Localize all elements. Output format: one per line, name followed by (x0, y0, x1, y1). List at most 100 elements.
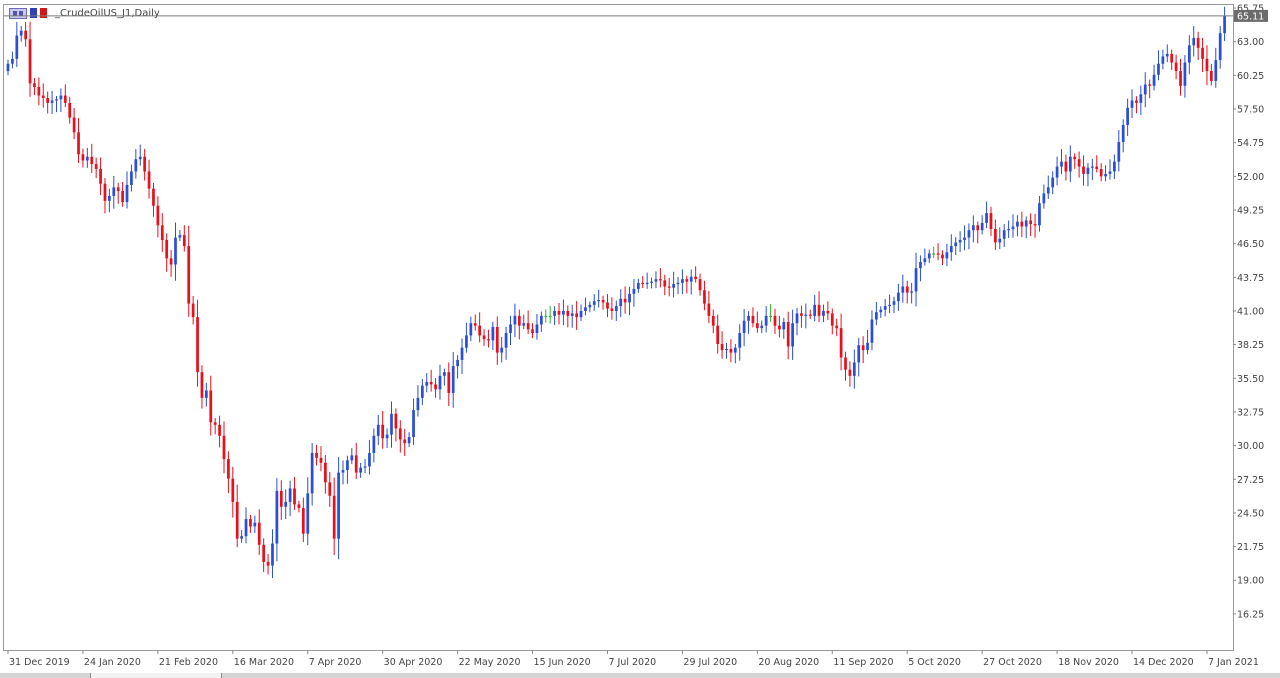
bear-candle (315, 452, 318, 458)
bull-candle (910, 291, 913, 293)
bear-candle (41, 95, 45, 99)
bull-candle (341, 470, 345, 473)
chart-window[interactable]: _CrudeOilUS_J1,Daily 65.75 63.00 60.25 57.5… (0, 0, 1280, 678)
bull-candle (539, 315, 543, 325)
bull-candle (1143, 84, 1147, 95)
bear-candle (830, 313, 834, 326)
bear-candle (800, 313, 803, 316)
bear-candle (1210, 71, 1213, 81)
bull-candle (628, 293, 631, 303)
bear-candle (182, 235, 186, 247)
bear-candle (63, 95, 67, 103)
bull-candle (535, 324, 539, 334)
bull-candle (949, 246, 953, 253)
bull-candle (632, 288, 636, 294)
bull-candle (636, 282, 640, 289)
bear-candle (623, 298, 627, 303)
bear-candle (147, 171, 151, 189)
bear-candle (1179, 71, 1182, 86)
bull-candle (866, 342, 869, 351)
bear-candle (1174, 62, 1178, 72)
bull-candle (1038, 203, 1041, 226)
bull-candle (385, 434, 389, 439)
bear-candle (694, 276, 698, 280)
time-axis[interactable]: 31 Dec 2019 24 Jan 2020 21 Feb 2020 16 Mar … (7, 650, 1280, 668)
bull-candle (1051, 177, 1055, 188)
bear-candle (755, 323, 759, 329)
bear-candle (1033, 224, 1037, 226)
bull-candle (870, 319, 874, 343)
bull-candle (376, 424, 380, 436)
bull-candle (822, 310, 825, 316)
bull-candle (288, 488, 292, 502)
bull-candle (372, 435, 376, 453)
chart-tab[interactable] (90, 673, 222, 678)
current-price-marker: 65.11 (4, 9, 1268, 22)
bull-candle (50, 100, 54, 103)
bull-candle (927, 253, 931, 259)
bull-candle (1192, 38, 1196, 46)
bull-candle (11, 58, 14, 64)
bear-candle (610, 308, 614, 311)
bear-candle (103, 183, 107, 201)
bull-candle (764, 315, 768, 326)
bull-candle (1086, 167, 1090, 174)
bear-candle (495, 326, 499, 353)
bull-candle (284, 501, 288, 507)
bear-candle (641, 282, 645, 285)
bear-candle (1029, 220, 1033, 225)
price-axis[interactable]: 65.7563.0060.2557.5054.7552.0049.2546.50… (1233, 4, 1264, 621)
bear-candle (187, 246, 191, 304)
bear-candle (434, 384, 437, 390)
bull-candle (368, 452, 371, 467)
bear-candle (905, 286, 909, 293)
bull-candle (451, 366, 455, 393)
bull-candle (1126, 107, 1129, 125)
bull-candle (1218, 33, 1222, 61)
bull-candle (1046, 187, 1050, 194)
bull-candle (1214, 60, 1218, 81)
bear-candle (200, 372, 204, 398)
bear-candle (394, 413, 398, 429)
bear-candle (817, 304, 821, 316)
bear-candle (808, 314, 812, 316)
bear-candle (839, 328, 843, 358)
bull-candle (1024, 220, 1028, 227)
bull-candle (178, 235, 182, 238)
x-tick-label: 21 Feb 2020 (159, 657, 218, 668)
bull-candle (108, 195, 111, 201)
y-tick-label: 46.50 (1237, 239, 1264, 250)
bear-candle (517, 315, 521, 326)
bear-candle (976, 225, 980, 231)
bear-candle (482, 335, 486, 340)
bull-candle (112, 187, 116, 196)
x-tick-label: 15 Jun 2020 (534, 657, 591, 668)
bull-candle (412, 410, 415, 438)
bull-candle (6, 63, 10, 72)
bear-candle (786, 321, 790, 347)
bull-candle (500, 347, 504, 353)
bear-candle (848, 369, 852, 376)
bull-candle (548, 315, 552, 318)
bear-candle (28, 39, 32, 84)
bear-candle (606, 302, 609, 309)
bull-candle (1152, 74, 1156, 86)
bear-candle (1148, 84, 1152, 86)
bull-candle (491, 326, 495, 341)
bull-candle (240, 536, 243, 539)
bear-candle (398, 428, 402, 440)
bull-candle (919, 262, 922, 269)
bear-candle (861, 345, 865, 351)
bear-candle (703, 290, 706, 304)
x-tick-label: 7 Apr 2020 (309, 657, 362, 668)
bull-candle (980, 222, 984, 231)
x-tick-label: 7 Jan 2021 (1208, 657, 1259, 668)
bear-candle (751, 315, 755, 324)
bull-candle (1068, 156, 1072, 172)
bull-candle (1090, 166, 1094, 168)
bear-candle (1201, 47, 1204, 59)
bull-candle (346, 460, 349, 471)
bull-candle (1104, 173, 1107, 177)
bull-candle (888, 304, 891, 307)
bear-candle (835, 325, 839, 329)
